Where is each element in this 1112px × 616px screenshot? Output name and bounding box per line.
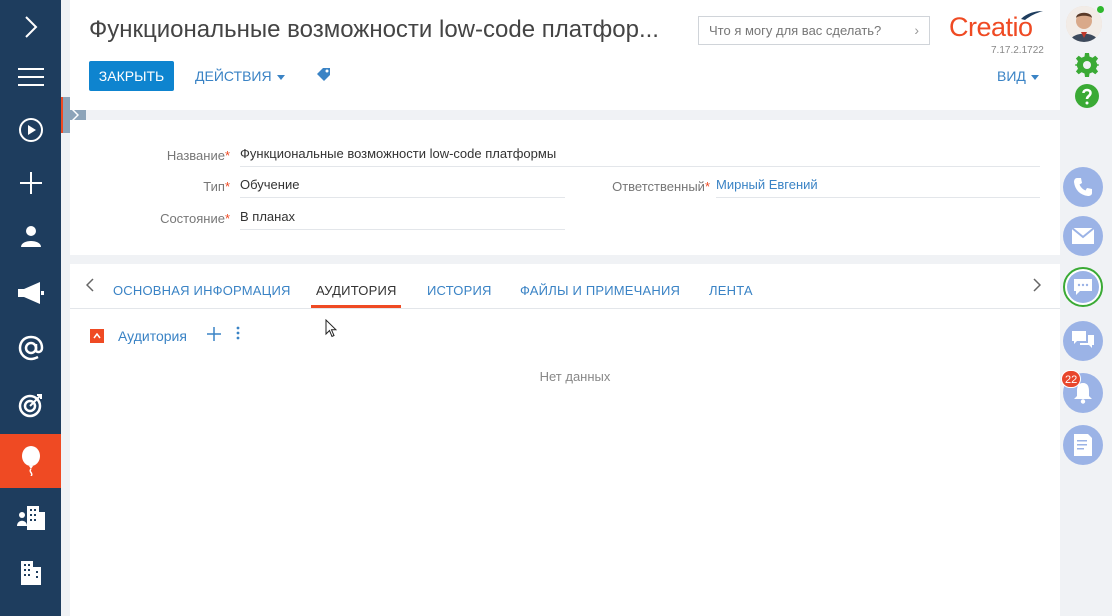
document-icon — [1074, 434, 1092, 456]
email-button[interactable] — [1063, 216, 1103, 256]
chevron-up-icon — [93, 333, 101, 339]
tab-files-notes[interactable]: ФАЙЛЫ И ПРИМЕЧАНИЯ — [520, 283, 680, 298]
email-button[interactable] — [0, 321, 61, 375]
marketing-button[interactable] — [0, 266, 61, 320]
contacts-button[interactable] — [0, 209, 61, 263]
plus-icon — [19, 172, 42, 194]
kebab-menu-icon — [236, 326, 240, 340]
phone-button[interactable] — [1063, 167, 1103, 207]
tag-icon[interactable] — [317, 68, 331, 82]
record-fields: Название* Функциональные возможности low… — [70, 120, 1060, 255]
command-line-placeholder: Что я могу для вас сделать? — [709, 23, 882, 38]
target-icon — [18, 394, 42, 418]
creatio-logo: Creatio — [949, 12, 1033, 42]
view-label: ВИД — [997, 68, 1026, 84]
command-line-input[interactable]: Что я могу для вас сделать? › — [698, 16, 930, 45]
processes-button[interactable] — [0, 103, 61, 157]
owner-label: Ответственный* — [612, 179, 710, 194]
page-title: Функциональные возможности low-code плат… — [89, 16, 659, 43]
building-icon — [20, 561, 41, 585]
messages-icon — [1072, 331, 1094, 348]
mouse-cursor-icon — [325, 319, 337, 338]
balloon-icon — [21, 446, 40, 476]
online-status-dot — [1097, 6, 1104, 13]
tab-feed[interactable]: ЛЕНТА — [709, 283, 753, 298]
tab-audience[interactable]: АУДИТОРИЯ — [316, 283, 397, 298]
owner-field[interactable]: Мирный Евгений — [716, 176, 1040, 198]
documents-button[interactable] — [1063, 425, 1103, 465]
chat-icon-container — [1067, 271, 1099, 303]
page-header: Функциональные возможности low-code плат… — [70, 0, 1060, 110]
empty-state-text: Нет данных — [539, 369, 611, 384]
play-icon — [18, 118, 43, 142]
caret-down-icon — [276, 74, 285, 80]
state-label: Состояние* — [160, 211, 230, 226]
detail-title[interactable]: Аудитория — [118, 328, 187, 344]
chat-button[interactable] — [1063, 267, 1103, 307]
tab-main-info[interactable]: ОСНОВНАЯ ИНФОРМАЦИЯ — [113, 283, 291, 298]
tabs-container: ОСНОВНАЯ ИНФОРМАЦИЯ АУДИТОРИЯ ИСТОРИЯ ФА… — [70, 264, 1060, 616]
actions-label: ДЕЙСТВИЯ — [195, 68, 272, 84]
version-label: 7.17.2.1722 — [991, 45, 1044, 56]
events-button[interactable] — [0, 434, 61, 488]
active-tab-indicator — [311, 305, 401, 308]
notifications-count-badge: 22 — [1061, 370, 1082, 388]
plus-icon — [207, 327, 221, 341]
tab-bar: ОСНОВНАЯ ИНФОРМАЦИЯ АУДИТОРИЯ ИСТОРИЯ ФА… — [70, 264, 1060, 309]
campaigns-button[interactable] — [0, 378, 61, 432]
buildings-people-icon — [16, 506, 45, 530]
state-field[interactable]: В планах — [240, 208, 565, 230]
communication-panel: 22 — [1061, 0, 1112, 616]
actions-button[interactable]: ДЕЙСТВИЯ — [195, 68, 285, 84]
chevron-right-icon — [24, 16, 37, 38]
caret-down-icon — [1030, 74, 1039, 80]
tab-history[interactable]: ИСТОРИЯ — [427, 283, 492, 298]
companies-button[interactable] — [0, 546, 61, 600]
name-label: Название* — [166, 148, 230, 163]
user-icon — [20, 226, 41, 247]
accounts-button[interactable] — [0, 491, 61, 545]
detail-collapse-toggle[interactable] — [90, 329, 104, 343]
messages-button[interactable] — [1063, 321, 1103, 361]
left-navigation — [0, 0, 61, 616]
phone-icon — [1074, 178, 1092, 196]
tabs-scroll-right-button[interactable] — [1033, 278, 1042, 297]
chevron-right-icon: › — [914, 22, 919, 38]
at-icon — [18, 335, 43, 361]
menu-button[interactable] — [0, 50, 61, 104]
add-record-button[interactable] — [207, 324, 221, 347]
tabs-scroll-left-button[interactable] — [85, 278, 94, 297]
view-button[interactable]: ВИД — [997, 68, 1039, 84]
type-label: Тип* — [203, 179, 230, 194]
name-field[interactable]: Функциональные возможности low-code плат… — [240, 145, 1040, 167]
gear-icon[interactable] — [1075, 53, 1099, 77]
chevron-left-icon — [85, 278, 94, 292]
detail-menu-button[interactable] — [236, 326, 240, 345]
close-button[interactable]: ЗАКРЫТЬ — [89, 61, 174, 91]
menu-icon — [17, 68, 44, 86]
megaphone-icon — [17, 282, 44, 304]
add-button[interactable] — [0, 156, 61, 210]
expand-nav-button[interactable] — [0, 0, 61, 54]
type-field[interactable]: Обучение — [240, 176, 565, 198]
help-icon[interactable] — [1075, 84, 1099, 108]
chevron-right-icon — [1033, 278, 1042, 292]
chat-icon — [1074, 279, 1092, 295]
mail-icon — [1072, 228, 1094, 244]
logo-swoosh-icon — [1021, 11, 1043, 20]
